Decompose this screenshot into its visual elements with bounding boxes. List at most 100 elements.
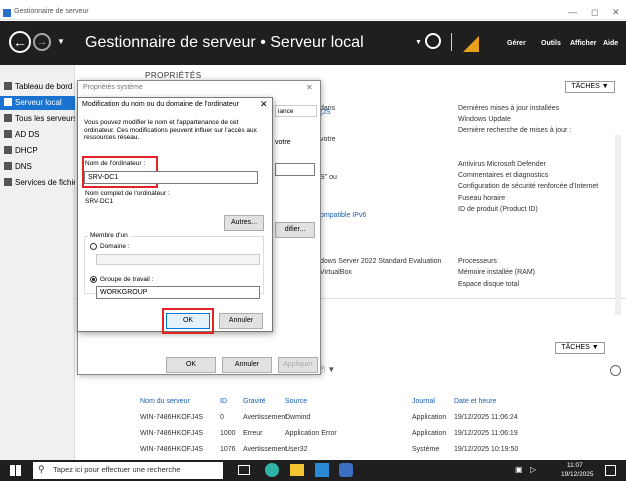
- menu-manage[interactable]: Gérer: [507, 40, 526, 47]
- prop-ie-security: Configuration de sécurité renforcée d'In…: [458, 183, 599, 190]
- expand-icon[interactable]: [610, 365, 621, 376]
- events-header-row: Nom du serveur ID Gravité Source Journal…: [140, 394, 620, 410]
- menu-tools[interactable]: Outils: [541, 40, 561, 47]
- cancel-button[interactable]: Annuler: [219, 313, 263, 329]
- col-id[interactable]: ID: [220, 398, 227, 405]
- prop-product-id: ID de produit (Product ID): [458, 206, 538, 213]
- prop-disk: Espace disque total: [458, 281, 520, 288]
- dns-icon: [4, 162, 12, 170]
- system-properties-modify-button[interactable]: difier...: [275, 222, 315, 238]
- sidebar-item-dns[interactable]: DNS: [0, 160, 75, 174]
- volume-icon[interactable]: ▷: [530, 465, 536, 474]
- sidebar-item-dhcp[interactable]: DHCP: [0, 144, 75, 158]
- taskbar-search-box[interactable]: ⚲ Tapez ici pour effectuer une recherche: [33, 462, 223, 479]
- system-properties-close-icon[interactable]: ✕: [306, 83, 313, 92]
- sidebar-item-local-server[interactable]: Serveur local: [0, 96, 75, 110]
- properties-fragment-2[interactable]: {JS: [320, 109, 331, 116]
- system-properties-apply-button[interactable]: Appliquer: [278, 357, 318, 373]
- header-divider: [451, 33, 452, 51]
- col-log[interactable]: Journal: [412, 398, 435, 405]
- table-row[interactable]: WIN-7486HKOFJ4S 1000 Erreur Application …: [140, 426, 620, 442]
- table-row[interactable]: WIN-7486HKOFJ4S 1076 Avertissement User3…: [140, 442, 620, 458]
- prop-hardware: VirtualBox: [320, 269, 352, 276]
- sidebar: Tableau de bord Serveur local Tous les s…: [0, 65, 75, 460]
- computer-name-close-icon[interactable]: ✕: [260, 99, 268, 110]
- network-icon[interactable]: ▣: [515, 465, 523, 474]
- properties-scrollbar[interactable]: [615, 135, 621, 315]
- refresh-dropdown-icon[interactable]: ▼: [415, 39, 422, 46]
- prop-ram: Mémoire installée (RAM): [458, 269, 536, 276]
- domain-label: Domaine :: [100, 243, 130, 250]
- col-severity[interactable]: Gravité: [243, 398, 266, 405]
- window-titlebar: Gestionnaire de serveur — ◻ ✕: [0, 6, 626, 20]
- menu-view[interactable]: Afficher: [570, 40, 596, 47]
- workgroup-input[interactable]: WORKGROUP: [96, 286, 260, 299]
- full-name-value: SRV-DC1: [85, 198, 114, 205]
- prop-last-updates: Dernières mises à jour installées: [458, 105, 560, 112]
- system-properties-title: Propriétés système: [83, 84, 143, 91]
- forward-icon[interactable]: →: [33, 33, 51, 51]
- notification-center-icon[interactable]: [605, 465, 616, 476]
- clock-time[interactable]: 11:07: [567, 462, 583, 469]
- more-button[interactable]: Autres...: [224, 215, 264, 231]
- col-date[interactable]: Date et heure: [454, 398, 496, 405]
- events-tasks-button[interactable]: TÂCHES ▼: [555, 342, 605, 354]
- properties-tasks-button[interactable]: TÂCHES ▼: [565, 81, 615, 93]
- window-title: Gestionnaire de serveur: [14, 8, 89, 15]
- app-taskbar-icon[interactable]: [339, 463, 353, 477]
- sidebar-item-all-servers[interactable]: Tous les serveurs: [0, 112, 75, 126]
- server-manager-taskbar-icon[interactable]: [315, 463, 329, 477]
- member-of-label: Membre d'un: [88, 232, 130, 239]
- ad-ds-icon: [4, 130, 12, 138]
- computer-name-description: Vous pouvez modifier le nom et l'apparte…: [84, 119, 257, 141]
- minimize-button[interactable]: —: [568, 7, 577, 17]
- app-header: ← → ▼ Gestionnaire de serveur • Serveur …: [0, 21, 626, 65]
- sidebar-item-ad-ds[interactable]: AD DS: [0, 128, 75, 142]
- col-source[interactable]: Source: [285, 398, 307, 405]
- computer-name-dialog: Modification du nom ou du domaine de l'o…: [77, 97, 273, 334]
- dhcp-icon: [4, 146, 12, 154]
- domain-input[interactable]: [96, 254, 260, 265]
- taskbar: ⚲ Tapez ici pour effectuer une recherche…: [0, 460, 626, 481]
- start-windows-icon[interactable]: [10, 465, 21, 476]
- ok-button[interactable]: OK: [166, 313, 210, 329]
- refresh-icon[interactable]: [425, 33, 441, 49]
- system-properties-tab[interactable]: iance: [275, 105, 317, 117]
- menu-help[interactable]: Aide: [603, 40, 618, 47]
- prop-windows-update: Windows Update: [458, 116, 511, 123]
- close-button[interactable]: ✕: [612, 7, 620, 18]
- system-properties-ok-button[interactable]: OK: [166, 357, 216, 373]
- server-manager-icon: [3, 9, 11, 17]
- system-properties-frag: votre: [275, 139, 291, 146]
- maximize-button[interactable]: ◻: [591, 7, 598, 18]
- task-view-icon[interactable]: [238, 465, 250, 475]
- full-name-label: Nom complet de l'ordinateur :: [85, 190, 170, 197]
- file-explorer-icon[interactable]: [290, 464, 304, 476]
- search-icon: ⚲: [38, 464, 45, 474]
- notification-flag-icon[interactable]: [463, 36, 479, 52]
- clock-date[interactable]: 19/12/2025: [561, 471, 594, 478]
- domain-radio[interactable]: [90, 243, 97, 250]
- prop-timezone: Fuseau horaire: [458, 195, 506, 202]
- system-properties-field[interactable]: [275, 163, 315, 176]
- properties-fragment-4: S" ou: [320, 174, 337, 181]
- servers-icon: [4, 114, 12, 122]
- properties-heading: PROPRIÉTÉS: [145, 71, 202, 80]
- computer-name-input[interactable]: SRV-DC1: [84, 171, 258, 184]
- properties-fragment-3: votre: [320, 136, 336, 143]
- col-server[interactable]: Nom du serveur: [140, 398, 190, 405]
- history-dropdown-icon[interactable]: ▼: [57, 37, 65, 46]
- file-services-icon: [4, 178, 12, 186]
- dashboard-icon: [4, 82, 12, 90]
- prop-processors: Processeurs: [458, 258, 497, 265]
- edge-icon[interactable]: [265, 463, 279, 477]
- breadcrumb: Gestionnaire de serveur • Serveur local: [85, 34, 364, 51]
- system-properties-cancel-button[interactable]: Annuler: [222, 357, 272, 373]
- back-icon[interactable]: ←: [9, 31, 31, 53]
- properties-fragment-5[interactable]: ompatible IPv6: [320, 212, 366, 219]
- table-row[interactable]: WIN-7486HKOFJ4S 0 Avertissement Dwmind A…: [140, 410, 620, 426]
- prop-last-check: Dernière recherche de mises à jour :: [458, 127, 572, 134]
- sidebar-item-dashboard[interactable]: Tableau de bord: [0, 80, 75, 94]
- workgroup-radio[interactable]: [90, 276, 97, 283]
- sidebar-item-file-services[interactable]: Services de fichiers et de stockage: [0, 176, 75, 190]
